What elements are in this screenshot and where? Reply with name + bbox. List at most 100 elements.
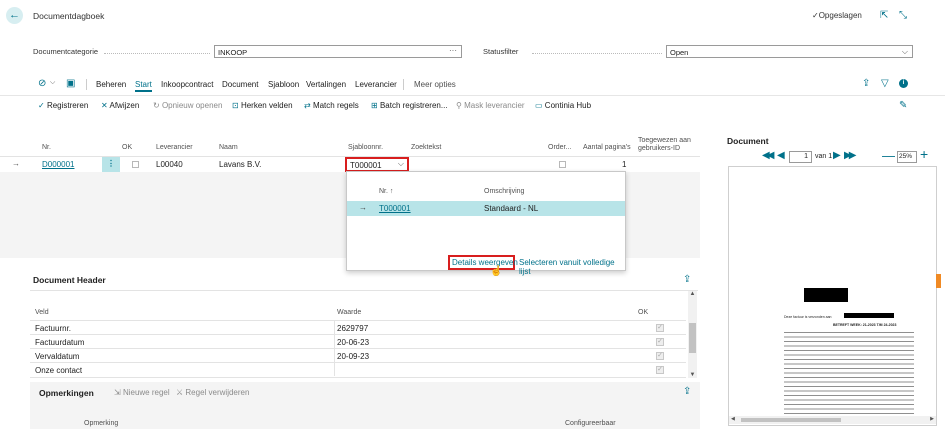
- col-vendor[interactable]: Leverancier: [156, 144, 193, 151]
- new-line-icon: ⇲: [114, 388, 121, 397]
- col-assigned[interactable]: Toegewezen aan gebruikers-ID: [638, 137, 700, 153]
- col-field[interactable]: Veld: [35, 309, 49, 316]
- open-new-window-icon[interactable]: ⇱: [880, 11, 888, 21]
- col-search[interactable]: Zoektekst: [411, 144, 441, 151]
- chevron-down-icon[interactable]: ⌵: [50, 79, 55, 87]
- dropdown-col-nr[interactable]: Nr. ↑: [379, 188, 393, 195]
- details-link[interactable]: Details weergeven: [452, 258, 518, 267]
- continia-hub-button[interactable]: ▭ Continia Hub: [535, 101, 591, 111]
- tab-vertalingen[interactable]: Vertalingen: [306, 80, 346, 89]
- col-name[interactable]: Naam: [219, 144, 238, 151]
- share-icon[interactable]: ⇪: [683, 387, 691, 397]
- field-value[interactable]: 2629797: [337, 324, 368, 333]
- pin-icon[interactable]: ✎: [899, 101, 907, 111]
- reject-button[interactable]: ✕ Afwijzen: [101, 101, 139, 111]
- row-ok-checkbox[interactable]: [132, 161, 139, 168]
- recognize-fields-button[interactable]: ⊡ Herken velden: [232, 101, 293, 111]
- bookmark-icon[interactable]: ▣: [66, 79, 75, 89]
- more-options-icon[interactable]: ···: [449, 46, 457, 55]
- status-dots: [532, 53, 662, 54]
- delete-line-button[interactable]: ⚔ Regel verwijderen: [176, 388, 249, 397]
- tab-leverancier[interactable]: Leverancier: [355, 80, 397, 89]
- more-options-button[interactable]: Meer opties: [414, 80, 456, 89]
- tab-start[interactable]: Start: [135, 80, 152, 92]
- field-value[interactable]: 20-06-23: [337, 338, 369, 347]
- field-value[interactable]: 20-09-23: [337, 352, 369, 361]
- refresh-icon: ↻: [153, 101, 160, 110]
- col-value[interactable]: Waarde: [337, 309, 361, 316]
- col-ok[interactable]: OK: [122, 144, 132, 151]
- row-order-checkbox[interactable]: [559, 161, 566, 168]
- checkmark-icon: ✓: [38, 101, 45, 110]
- mask-vendor-button[interactable]: ⚲ Mask leverancier: [456, 101, 525, 110]
- next-page-icon[interactable]: ▶: [833, 150, 841, 161]
- batch-register-button[interactable]: ⊞ Batch registreren...: [371, 101, 448, 111]
- batch-icon: ⊞: [371, 101, 378, 110]
- new-line-button[interactable]: ⇲ Nieuwe regel: [114, 388, 170, 397]
- col-template[interactable]: Sjabloonnr.: [348, 144, 383, 151]
- tab-document[interactable]: Document: [222, 80, 258, 89]
- remarks-section: Opmerkingen ⇲ Nieuwe regel ⚔ Regel verwi…: [30, 382, 700, 429]
- col-order[interactable]: Order...: [548, 144, 571, 151]
- tab-inkoopcontract[interactable]: Inkoopcontract: [161, 80, 213, 89]
- table-row[interactable]: Factuurnr. 2629797 ✓: [30, 320, 686, 335]
- document-panel-title: Document: [727, 136, 769, 146]
- preview-lines: [784, 330, 914, 418]
- page-number-input[interactable]: 1: [789, 151, 812, 163]
- field-name: Factuurnr.: [35, 324, 72, 333]
- check-icon: ✓: [812, 11, 819, 20]
- row-actions-button[interactable]: ⋮: [102, 157, 120, 172]
- tab-beheren[interactable]: Beheren: [96, 80, 126, 89]
- col-nr[interactable]: Nr.: [42, 144, 51, 151]
- info-icon[interactable]: i: [899, 79, 908, 88]
- zoom-in-icon[interactable]: +: [920, 146, 928, 162]
- register-button[interactable]: ✓ Registreren: [38, 101, 88, 111]
- reopen-button[interactable]: ↻ Opnieuw openen: [153, 101, 222, 110]
- share-icon[interactable]: ⊘: [38, 79, 46, 89]
- ok-checkbox[interactable]: ✓: [656, 366, 664, 374]
- share-icon[interactable]: ⇪: [683, 275, 691, 285]
- col-remark[interactable]: Opmerking: [84, 420, 118, 427]
- table-row[interactable]: Factuurdatum 20-06-23 ✓: [30, 334, 686, 349]
- zoom-input[interactable]: 25%: [897, 151, 917, 163]
- document-header-section: Document Header ⇪ Veld Waarde OK Factuur…: [30, 268, 700, 382]
- table-row[interactable]: Onze contact ✓: [30, 362, 686, 378]
- last-page-icon[interactable]: ▶▶: [844, 150, 857, 161]
- side-tab[interactable]: [936, 274, 941, 288]
- document-preview[interactable]: Deze factuur is verzonden aan BETREFT WE…: [728, 166, 937, 426]
- tabs-bar: ⊘ ⌵ ▣ Beheren Start Inkoopcontract Docum…: [0, 76, 945, 92]
- ok-checkbox[interactable]: ✓: [656, 338, 664, 346]
- share-icon[interactable]: ⇪: [862, 79, 870, 89]
- scan-icon: ⊡: [232, 101, 239, 110]
- dropdown-row-desc[interactable]: Standaard - NL: [484, 204, 538, 213]
- zoom-out-icon[interactable]: —: [882, 148, 895, 163]
- row-name[interactable]: Lavans B.V.: [219, 160, 261, 169]
- col-ok[interactable]: OK: [638, 309, 648, 316]
- dropdown-row-nr[interactable]: T000001: [379, 204, 411, 213]
- row-vendor[interactable]: L00040: [156, 160, 183, 169]
- ok-checkbox[interactable]: ✓: [656, 352, 664, 360]
- col-configurable[interactable]: Configureerbaar: [565, 420, 616, 427]
- row-arrow-icon: →: [12, 159, 20, 168]
- first-page-icon[interactable]: ◀◀: [762, 150, 775, 161]
- row-nr-link[interactable]: D000001: [42, 160, 74, 169]
- dropdown-col-desc[interactable]: Omschrijving: [484, 188, 524, 195]
- dropdown-row[interactable]: → T000001 Standaard - NL: [347, 201, 625, 216]
- col-pages[interactable]: Aantal pagina's: [583, 144, 631, 151]
- status-select[interactable]: Open ⌵: [666, 45, 913, 58]
- filter-icon[interactable]: ▽: [881, 79, 889, 89]
- collapse-icon[interactable]: ⤡: [899, 11, 907, 21]
- preview-scrollbar[interactable]: ◀ ▶: [729, 416, 936, 424]
- select-full-list-link[interactable]: Selecteren vanuit volledige lijst: [519, 258, 625, 276]
- back-button[interactable]: ←: [6, 7, 23, 24]
- category-field[interactable]: INKOOP ···: [214, 45, 462, 58]
- template-select[interactable]: T000001 ⌵: [345, 157, 409, 172]
- scrollbar[interactable]: ▲ ▼: [688, 291, 697, 378]
- match-lines-button[interactable]: ⇄ Match regels: [304, 101, 359, 111]
- redacted-block: [804, 288, 848, 302]
- previous-page-icon[interactable]: ◀: [777, 150, 785, 161]
- chevron-down-icon: ⌵: [901, 47, 908, 56]
- table-row[interactable]: Vervaldatum 20-09-23 ✓: [30, 348, 686, 363]
- tab-sjabloon[interactable]: Sjabloon: [268, 80, 299, 89]
- ok-checkbox[interactable]: ✓: [656, 324, 664, 332]
